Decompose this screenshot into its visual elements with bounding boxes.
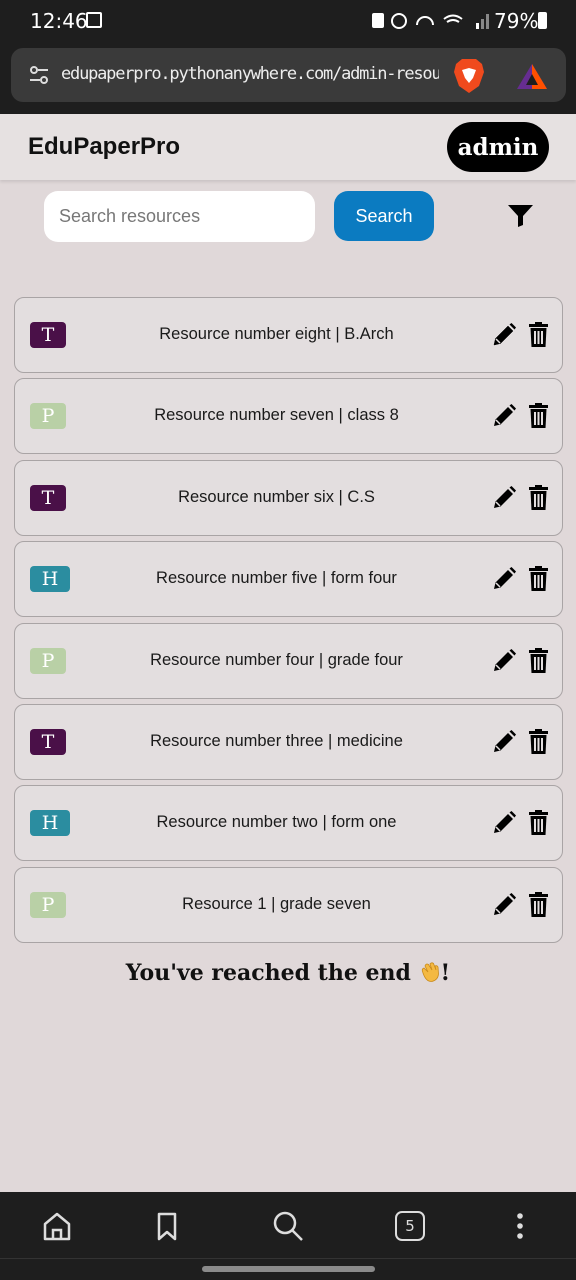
end-message-suffix: !	[440, 960, 451, 986]
resource-title[interactable]: Resource number seven | class 8	[75, 406, 478, 425]
resource-card[interactable]: T Resource number eight | B.Arch	[14, 297, 563, 373]
status-time: 12:46	[30, 9, 88, 33]
delete-trash-icon[interactable]	[529, 403, 548, 429]
resource-list: T Resource number eight | B.Arch P Resou…	[14, 297, 563, 948]
edit-pencil-icon[interactable]	[492, 485, 516, 510]
edit-pencil-icon[interactable]	[492, 323, 516, 347]
resource-title[interactable]: Resource number four | grade four	[75, 651, 478, 670]
type-badge: H	[30, 566, 70, 593]
brand-logo-text[interactable]: EduPaperPro	[28, 133, 180, 161]
address-bar[interactable]: edupaperpro.pythonanywhere.com/admin-res…	[11, 48, 566, 102]
edit-pencil-icon[interactable]	[492, 811, 516, 835]
url-text[interactable]: edupaperpro.pythonanywhere.com/admin-res…	[61, 64, 439, 84]
admin-badge[interactable]: admin	[447, 122, 549, 172]
tab-switcher-button[interactable]: 5	[395, 1211, 425, 1241]
browser-toolbar: edupaperpro.pythonanywhere.com/admin-res…	[0, 40, 576, 114]
bookmark-icon[interactable]	[151, 1210, 183, 1242]
search-input[interactable]	[44, 191, 315, 242]
resource-card[interactable]: H Resource number five | form four	[14, 541, 563, 618]
edit-pencil-icon[interactable]	[492, 648, 516, 673]
battery-level: 79%	[494, 9, 539, 33]
edit-pencil-icon[interactable]	[492, 567, 516, 591]
type-badge: T	[30, 728, 66, 755]
status-bar: 12:46 79%	[0, 0, 576, 40]
edit-pencil-icon[interactable]	[492, 892, 516, 917]
edit-pencil-icon[interactable]	[492, 404, 516, 428]
edit-pencil-icon[interactable]	[492, 729, 516, 754]
brave-shields-icon[interactable]	[452, 58, 486, 94]
resource-card[interactable]: H Resource number two | form one	[14, 785, 563, 862]
filter-icon[interactable]	[508, 205, 533, 227]
system-status-icons	[372, 13, 489, 29]
site-settings-icon[interactable]	[29, 65, 49, 85]
battery-icon	[538, 12, 547, 29]
end-of-list-message: You've reached the end !	[0, 960, 576, 986]
search-icon[interactable]	[272, 1210, 304, 1242]
nav-divider	[0, 1258, 576, 1259]
tab-count: 5	[405, 1217, 415, 1235]
brave-rewards-icon[interactable]	[516, 62, 548, 90]
more-menu-icon[interactable]	[504, 1210, 536, 1242]
home-icon[interactable]	[41, 1210, 73, 1242]
resource-title[interactable]: Resource number eight | B.Arch	[75, 325, 478, 344]
delete-trash-icon[interactable]	[529, 810, 548, 836]
resource-card[interactable]: P Resource number four | grade four	[14, 622, 563, 699]
app-header: EduPaperPro admin	[0, 114, 576, 180]
gesture-handle[interactable]	[202, 1266, 375, 1272]
resource-card[interactable]: T Resource number six | C.S	[14, 459, 563, 536]
type-badge: T	[30, 322, 66, 348]
resource-title[interactable]: Resource 1 | grade seven	[75, 895, 478, 914]
end-message-text: You've reached the end	[125, 960, 411, 986]
delete-trash-icon[interactable]	[529, 891, 548, 917]
resource-card[interactable]: P Resource number seven | class 8	[14, 378, 563, 455]
resource-title[interactable]: Resource number three | medicine	[75, 732, 478, 751]
delete-trash-icon[interactable]	[529, 484, 548, 510]
delete-trash-icon[interactable]	[529, 647, 548, 673]
resource-card[interactable]: T Resource number three | medicine	[14, 703, 563, 780]
type-badge: H	[30, 810, 70, 837]
resource-title[interactable]: Resource number six | C.S	[75, 488, 478, 507]
delete-trash-icon[interactable]	[529, 566, 548, 592]
delete-trash-icon[interactable]	[529, 322, 548, 347]
type-badge: P	[30, 647, 66, 674]
type-badge: P	[30, 403, 66, 430]
search-button[interactable]: Search	[334, 191, 434, 241]
resource-title[interactable]: Resource number five | form four	[75, 569, 478, 588]
resource-title[interactable]: Resource number two | form one	[75, 813, 478, 832]
waving-hand-icon	[421, 962, 439, 982]
gallery-notification-icon	[86, 12, 102, 28]
resource-card[interactable]: P Resource 1 | grade seven	[14, 866, 563, 943]
delete-trash-icon[interactable]	[529, 728, 548, 754]
type-badge: T	[30, 484, 66, 511]
type-badge: P	[30, 891, 66, 918]
